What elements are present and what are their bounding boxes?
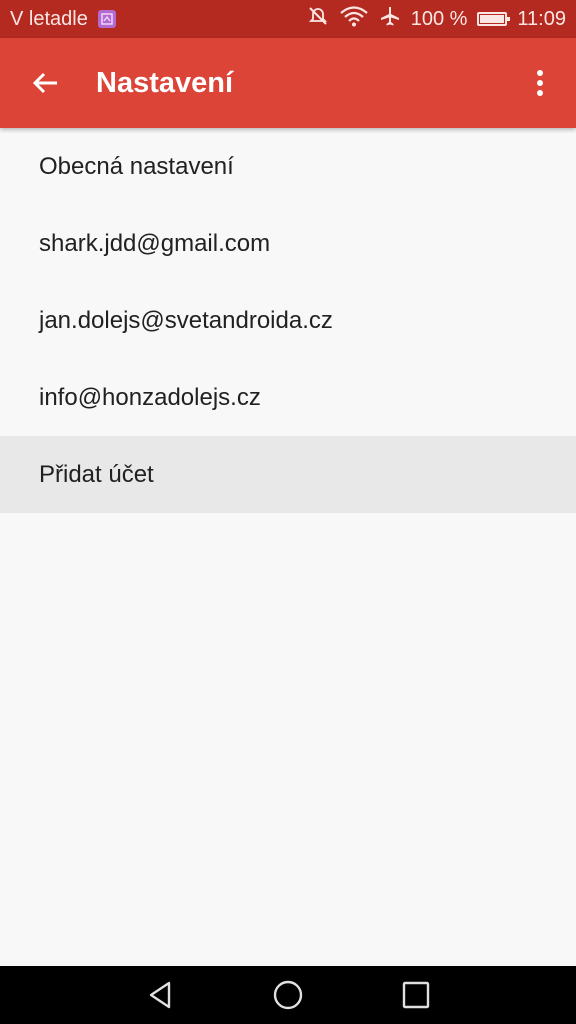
nav-recents-button[interactable]: [386, 966, 446, 1024]
carrier-label: V letadle: [10, 7, 88, 30]
nav-back-button[interactable]: [130, 966, 190, 1024]
list-item-account[interactable]: shark.jdd@gmail.com: [0, 205, 576, 282]
list-item-general-settings[interactable]: Obecná nastavení: [0, 128, 576, 205]
battery-percent: 100 %: [410, 7, 468, 30]
clock: 11:09: [517, 7, 566, 30]
list-item-label: Obecná nastavení: [39, 152, 234, 180]
list-item-label: shark.jdd@gmail.com: [39, 229, 271, 257]
list-item-account[interactable]: jan.dolejs@svetandroida.cz: [0, 282, 576, 359]
wifi-icon: [339, 5, 369, 33]
status-right: 100 % 11:09: [307, 5, 566, 33]
settings-list: Obecná nastavení shark.jdd@gmail.com jan…: [0, 128, 576, 513]
airplane-icon: [379, 5, 401, 33]
status-bar: V letadle 100 % 11:09: [0, 0, 576, 38]
list-item-add-account[interactable]: Přidat účet: [0, 436, 576, 513]
overflow-menu-button[interactable]: [520, 59, 560, 107]
back-button[interactable]: [21, 59, 69, 107]
back-triangle-icon: [149, 981, 171, 1009]
battery-fill: [480, 15, 505, 23]
home-circle-icon: [273, 980, 303, 1010]
list-item-label: jan.dolejs@svetandroida.cz: [39, 306, 333, 334]
battery-icon: [477, 12, 511, 26]
navigation-bar: [0, 966, 576, 1024]
page-title: Nastavení: [96, 66, 234, 99]
recents-square-icon: [402, 981, 430, 1009]
more-vert-icon: [537, 70, 543, 96]
list-item-label: Přidat účet: [39, 460, 154, 488]
status-left: V letadle: [10, 8, 116, 31]
nav-home-button[interactable]: [258, 966, 318, 1024]
app-toolbar: Nastavení: [0, 38, 576, 128]
app-notification-icon: [97, 10, 116, 28]
list-item-account[interactable]: info@honzadolejs.cz: [0, 359, 576, 436]
list-item-label: info@honzadolejs.cz: [39, 383, 261, 411]
arrow-back-icon: [32, 72, 57, 94]
mute-icon: [307, 5, 329, 33]
